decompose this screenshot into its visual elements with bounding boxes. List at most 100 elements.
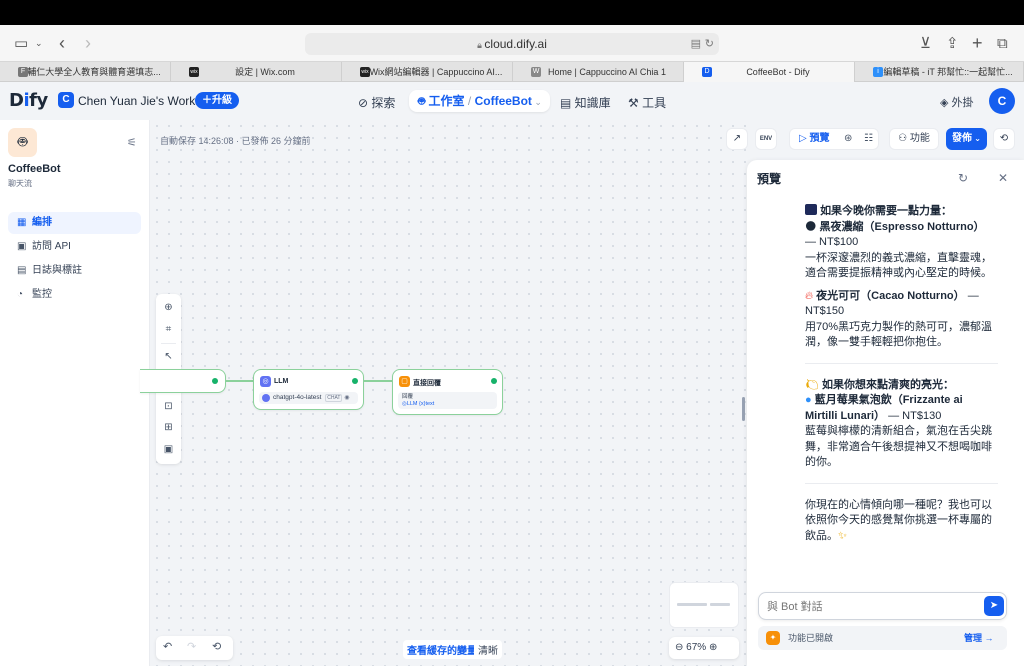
reload-icon[interactable]: ↻ (705, 33, 714, 55)
add-note-icon[interactable]: ⌗ (160, 321, 177, 338)
browser-tab-active[interactable]: D CoffeeBot - Dify (684, 62, 855, 82)
settings-toggle-icon[interactable]: ⚟ (127, 136, 137, 149)
workspace-selector[interactable]: Chen Yuan Jie's Work... (78, 94, 205, 108)
chat-input[interactable]: ➤ (758, 592, 1007, 620)
external-link-button[interactable]: ↗ (726, 128, 748, 150)
workspace-avatar[interactable]: C (58, 92, 74, 108)
minimap-toggle-icon[interactable]: ▣ (160, 441, 177, 458)
nav-explore[interactable]: ⊘ 探索 (358, 94, 395, 111)
dify-logo[interactable]: Dify (9, 90, 48, 111)
browser-tab[interactable]: i 編輯草稿 - iT 邦幫忙::一起幫忙... (855, 62, 1024, 82)
organize-icon[interactable]: ⊞ (160, 419, 177, 436)
back-icon[interactable]: ‹ (59, 25, 65, 62)
download-icon[interactable]: ⊻ (920, 25, 931, 62)
app-icon: 🤖︎ (8, 128, 37, 157)
history-button[interactable]: ⟲ (993, 128, 1015, 150)
nav-studio[interactable]: 🤖︎ 工作室 / CoffeeBot ⌄ (409, 90, 550, 112)
sparkles-icon: ✨︎ (838, 529, 848, 542)
env-button[interactable]: ENV (755, 128, 777, 150)
new-tab-icon[interactable]: + (972, 25, 983, 62)
user-avatar[interactable]: C (989, 88, 1015, 114)
publish-button[interactable]: 發佈 ⌄ (946, 128, 987, 150)
preview-panel: 預覽 ↻ ✕ 如果今晚你需要一點力量： 🌑︎ 黑夜濃縮（Espresso Not… (747, 160, 1024, 666)
refresh-icon[interactable]: ↻ (958, 171, 968, 185)
nav-tools[interactable]: ⚒ 工具 (628, 94, 666, 111)
browser-tab[interactable]: wix 設定 | Wix.com (171, 62, 342, 82)
external-link-icon: ↗ (732, 133, 742, 144)
browser-toolbar: ▭ ⌄ ‹ › 🔒︎ cloud.dify.ai ▤ ↻ ⊻ ⇪ + ⧉ (0, 25, 1024, 62)
send-button[interactable]: ➤ (984, 596, 1004, 616)
pointer-icon[interactable]: ↖ (160, 348, 177, 365)
url-text: cloud.dify.ai (484, 37, 547, 51)
zoom-out-icon[interactable]: ⊖ (675, 642, 686, 653)
sidebar-item-orchestrate[interactable]: ▦ 編排 (8, 212, 141, 234)
export-image-icon[interactable]: ⊡ (160, 398, 177, 415)
reader-icon[interactable]: ▤ (691, 33, 701, 55)
share-icon[interactable]: ⇪ (946, 25, 959, 62)
zoom-in-icon[interactable]: ⊕ (706, 642, 717, 653)
tab-overview-icon[interactable]: ⧉ (997, 25, 1008, 62)
sidebar-toggle-icon[interactable]: ▭ (14, 25, 28, 62)
chevron-down-icon: ⌄ (972, 134, 981, 143)
sidebar-item-monitor[interactable]: ◔ 監控 (8, 284, 141, 306)
layout-icon: ▦ (17, 217, 27, 228)
book-icon: ▤ (560, 96, 575, 110)
browser-tab[interactable]: W Home | Cappuccino AI Chia 1 (513, 62, 684, 82)
redo-icon[interactable]: ↷ (187, 640, 196, 653)
success-icon (352, 378, 358, 384)
dark-circle-icon: 🌑︎ (805, 220, 817, 233)
tab-favicon: W (531, 67, 541, 77)
chat-input-field[interactable] (767, 598, 977, 615)
edge (364, 380, 392, 382)
browser-tab[interactable]: wix Wix網站編輯器 | Cappuccino AI... (342, 62, 513, 82)
close-icon[interactable]: ✕ (998, 171, 1008, 185)
manage-link[interactable]: 管理 → (964, 626, 994, 650)
tab-favicon: wix (189, 67, 199, 77)
send-icon: ➤ (989, 600, 999, 611)
zoom-control[interactable]: ⊖ 67% ⊕ (669, 637, 739, 659)
success-icon (212, 378, 218, 384)
minimap[interactable] (669, 582, 739, 628)
blue-circle-icon: ● (805, 394, 812, 406)
lemon-icon: 🍋︎ (805, 378, 819, 391)
tab-favicon: D (702, 67, 712, 77)
resize-handle[interactable] (742, 397, 745, 421)
llm-icon: ◎ (260, 376, 271, 387)
clock-icon: ⟲ (999, 133, 1009, 144)
view-cache-button[interactable]: 查看緩存的變量 (403, 640, 481, 659)
sidebar-item-api[interactable]: ▣ 訪問 API (8, 236, 141, 258)
clear-button[interactable]: 清晰 (474, 640, 502, 659)
upgrade-button[interactable]: ＋升級 (195, 92, 239, 109)
chevron-down-icon[interactable]: ⌄ (35, 25, 43, 62)
browser-tab[interactable]: F 輔仁大學全人教育與體育選填志... (0, 62, 171, 82)
address-bar[interactable]: 🔒︎ cloud.dify.ai ▤ ↻ (305, 33, 719, 55)
features-bar: ✦ 功能已開啟 管理 → (758, 626, 1007, 650)
fire-icon: 🔥︎ (805, 289, 814, 302)
nav-knowledge[interactable]: ▤ 知識庫 (560, 94, 611, 111)
features-icon: ⚇ (898, 133, 910, 144)
features-button[interactable]: ⚇ 功能 (889, 128, 939, 150)
list-icon[interactable]: ☷ (864, 129, 873, 149)
node-title: 直接回覆 (413, 380, 441, 387)
undo-icon[interactable]: ↶ (163, 640, 172, 653)
wrench-icon: ⚒ (628, 96, 643, 110)
tab-favicon: wix (360, 67, 370, 77)
preview-button[interactable]: ▷ 預覽 ⊛ ☷ (789, 128, 879, 150)
chevron-down-icon: ⌄ (531, 97, 542, 107)
llm-node[interactable]: ◎ LLM chatgpt-4o-latest CHAT ◉ (253, 369, 364, 410)
bot-message: 如果今晚你需要一點力量： 🌑︎ 黑夜濃縮（Espresso Notturno） … (805, 204, 998, 544)
app-header: Dify C Chen Yuan Jie's Work... ＋升級 ⊘ 探索 … (0, 82, 1024, 120)
node-title: LLM (274, 378, 289, 385)
sidebar-item-logs[interactable]: ▤ 日誌與標註 (8, 260, 141, 282)
answer-node[interactable]: ▢ 直接回覆 回覆 ◎LLM {x}text (392, 369, 503, 415)
start-node[interactable] (140, 369, 226, 393)
preview-title: 預覽 (757, 172, 782, 186)
app-breadcrumb[interactable]: CoffeeBot (475, 94, 532, 108)
add-node-icon[interactable]: ⊕ (160, 299, 177, 316)
history-icon[interactable]: ⟲ (212, 640, 221, 653)
undo-redo-bar: ↶ ↷ ⟲ (156, 636, 233, 660)
nav-plugins[interactable]: ◈ 外掛 (940, 94, 974, 110)
checklist-icon[interactable]: ⊛ (844, 129, 852, 149)
app-sidebar: 🤖︎ ⚟ CoffeeBot 聊天流 ▦ 編排 ▣ 訪問 API ▤ 日誌與標註 ◔ 監… (0, 120, 150, 666)
forward-icon[interactable]: › (85, 25, 91, 62)
